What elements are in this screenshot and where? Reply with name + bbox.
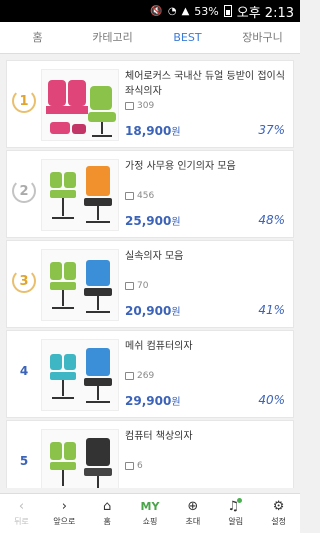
product-thumbnail[interactable] xyxy=(41,159,119,231)
clock: 오후 2:13 xyxy=(236,5,294,21)
battery-icon xyxy=(223,5,232,17)
rank-badge: 4 xyxy=(19,364,29,378)
bell-icon: ♫ xyxy=(214,498,257,516)
best-product-list: 1 체어로커스 국내산 듀얼 등받이 접이식 좌식의자 309 18,900원 … xyxy=(6,60,294,488)
notification-button[interactable]: ♫ 알림 xyxy=(214,494,257,533)
back-button[interactable]: ‹ 뒤로 xyxy=(0,494,43,533)
product-title: 체어로커스 국내산 듀얼 등받이 접이식 좌식의자 xyxy=(125,71,285,97)
tab-category[interactable]: 카테고리 xyxy=(75,22,150,54)
product-price: 18,900원 xyxy=(125,124,181,138)
comment-icon xyxy=(125,462,134,470)
comment-icon xyxy=(125,282,134,290)
battery-percent: 53% xyxy=(194,4,219,18)
wifi-icon: ◔ xyxy=(167,5,177,17)
product-price: 25,900원 xyxy=(125,214,181,228)
forward-icon: › xyxy=(61,499,67,514)
discount-rate: 40% xyxy=(258,393,285,407)
product-title: 실속의자 모음 xyxy=(125,251,184,262)
rank-badge: 3 xyxy=(10,267,38,295)
rank-badge: 5 xyxy=(19,454,29,468)
product-thumbnail[interactable] xyxy=(41,249,119,321)
list-item[interactable]: 5 컴퓨터 책상의자 6 xyxy=(6,420,294,488)
forward-button[interactable]: › 앞으로 xyxy=(43,494,86,533)
product-title: 컴퓨터 책상의자 xyxy=(125,431,193,442)
rank-badge: 1 xyxy=(10,87,38,115)
list-item[interactable]: 2 가정 사무용 인기의자 모음 456 25,900원 48% xyxy=(6,150,294,238)
my-shopping-icon: MY xyxy=(140,500,160,513)
gear-icon: ⚙ xyxy=(272,499,285,514)
review-count: 70 xyxy=(125,281,285,291)
product-price: 20,900원 xyxy=(125,304,181,318)
bottom-nav-bar: ‹ 뒤로 › 앞으로 ⌂ 홈 MY 쇼핑 ⊕ 초대 ♫ 알림 ⚙ 설정 xyxy=(0,493,300,533)
product-thumbnail[interactable] xyxy=(41,69,119,141)
review-count: 456 xyxy=(125,191,285,201)
back-icon: ‹ xyxy=(18,499,25,514)
discount-rate: 41% xyxy=(258,303,285,317)
list-item[interactable]: 4 메쉬 컴퓨터의자 269 29,900원 40% xyxy=(6,330,294,418)
product-title: 메쉬 컴퓨터의자 xyxy=(125,341,193,352)
mute-icon: 🔇 xyxy=(150,5,163,17)
discount-rate: 37% xyxy=(258,123,285,137)
settings-button[interactable]: ⚙ 설정 xyxy=(257,494,300,533)
comment-icon xyxy=(125,372,134,380)
rank-badge: 2 xyxy=(10,177,38,205)
status-bar: 🔇 ◔ ▲ 53% 오후 2:13 xyxy=(0,0,300,22)
add-friend-icon: ⊕ xyxy=(187,499,199,514)
home-button[interactable]: ⌂ 홈 xyxy=(86,494,129,533)
list-item[interactable]: 3 실속의자 모음 70 20,900원 41% xyxy=(6,240,294,328)
comment-icon xyxy=(125,192,134,200)
product-price: 29,900원 xyxy=(125,394,181,408)
review-count: 6 xyxy=(125,461,285,471)
discount-rate: 48% xyxy=(258,213,285,227)
review-count: 269 xyxy=(125,371,285,381)
product-thumbnail[interactable] xyxy=(41,429,119,488)
shopping-button[interactable]: MY 쇼핑 xyxy=(129,494,172,533)
invite-button[interactable]: ⊕ 초대 xyxy=(171,494,214,533)
comment-icon xyxy=(125,102,134,110)
new-notification-dot xyxy=(237,498,243,503)
home-icon: ⌂ xyxy=(103,499,112,514)
top-tab-bar: 홈 카테고리 BEST 장바구니 xyxy=(0,22,300,54)
tab-cart[interactable]: 장바구니 xyxy=(225,22,300,54)
review-count: 309 xyxy=(125,101,285,111)
product-title: 가정 사무용 인기의자 모음 xyxy=(125,161,236,172)
tab-best[interactable]: BEST xyxy=(150,22,225,54)
tab-home[interactable]: 홈 xyxy=(0,22,75,54)
signal-icon: ▲ xyxy=(181,5,190,17)
product-thumbnail[interactable] xyxy=(41,339,119,411)
list-item[interactable]: 1 체어로커스 국내산 듀얼 등받이 접이식 좌식의자 309 18,900원 … xyxy=(6,60,294,148)
